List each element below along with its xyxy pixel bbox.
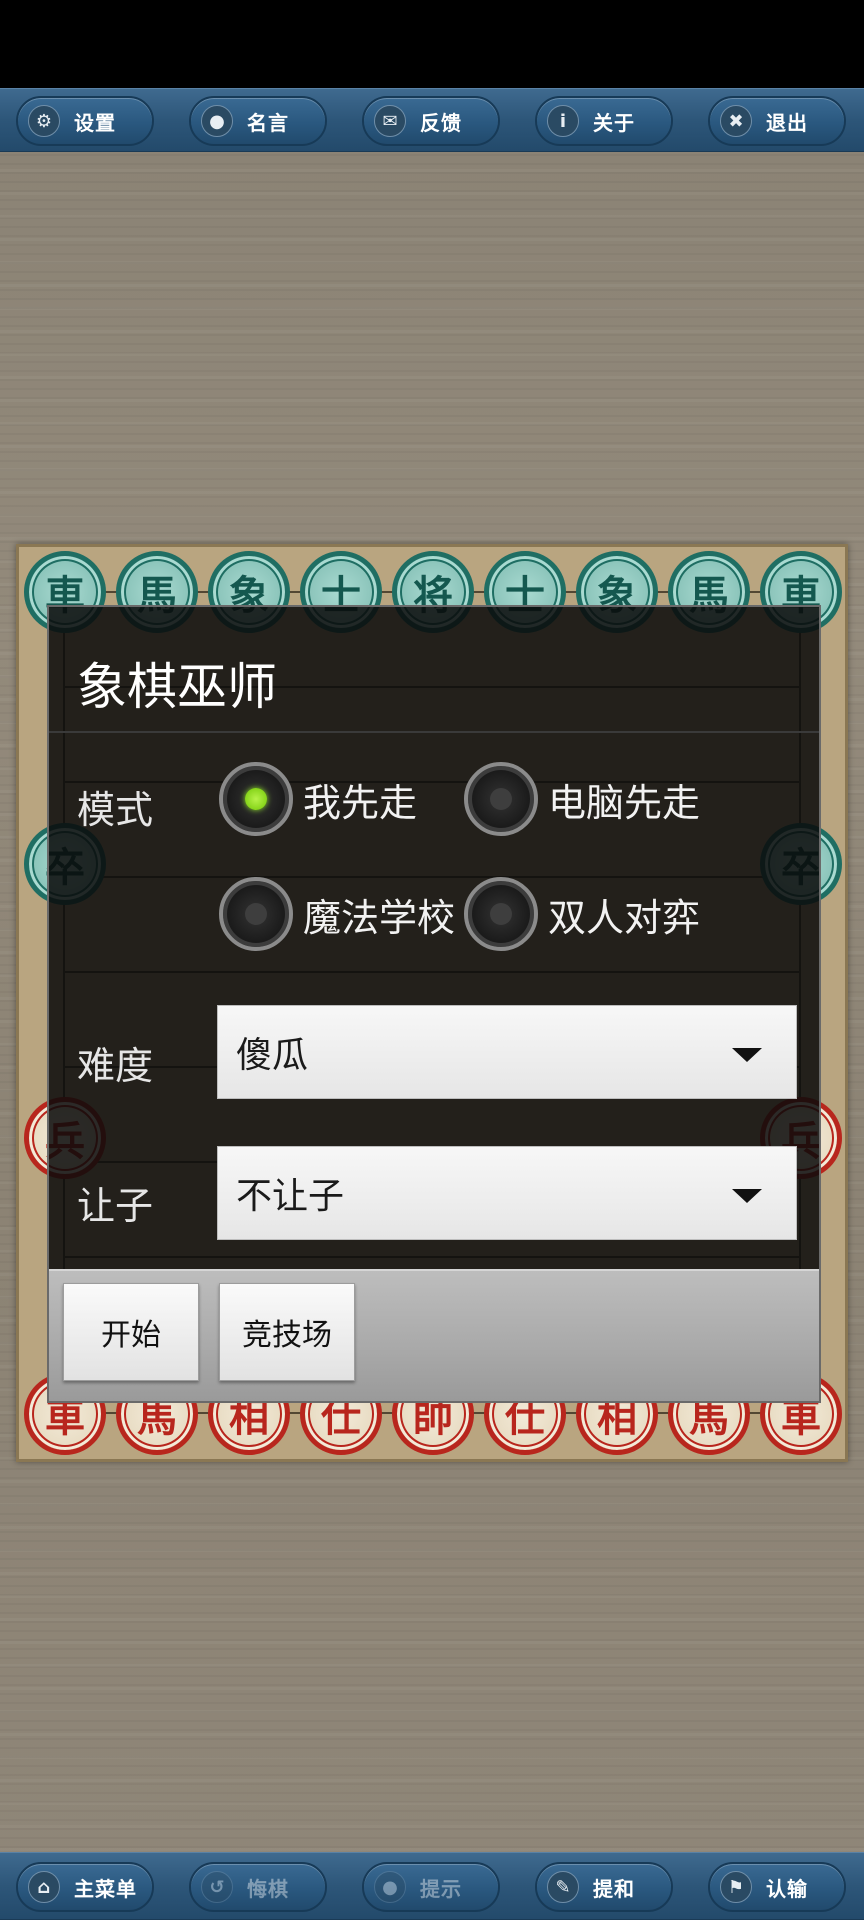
radio-player-first[interactable]: 我先走 <box>219 762 417 836</box>
radio-label: 电脑先走 <box>548 780 701 825</box>
radio-button[interactable] <box>464 877 538 951</box>
radio-dot <box>490 788 512 810</box>
about-button[interactable]: i 关于 <box>535 96 673 146</box>
hint-icon: ● <box>374 1871 406 1903</box>
hint-label: 提示 <box>420 1876 462 1901</box>
chevron-down-icon <box>732 1189 762 1203</box>
radio-magic-school[interactable]: 魔法学校 <box>219 877 455 951</box>
main-menu-button[interactable]: ⌂ 主菜单 <box>16 1862 154 1912</box>
handicap-select[interactable]: 不让子 <box>217 1146 797 1240</box>
resign-button[interactable]: ⚑ 认输 <box>708 1862 846 1912</box>
main-menu-label: 主菜单 <box>74 1876 137 1901</box>
dialog-divider <box>49 731 819 733</box>
close-icon: ✖ <box>720 105 752 137</box>
feedback-button[interactable]: ✉ 反馈 <box>362 96 500 146</box>
radio-computer-first[interactable]: 电脑先走 <box>464 762 700 836</box>
radio-button[interactable] <box>219 762 293 836</box>
pencil-icon: ✎ <box>547 1871 579 1903</box>
feedback-label: 反馈 <box>420 110 462 135</box>
home-icon: ⌂ <box>28 1871 60 1903</box>
gear-icon: ⚙ <box>28 105 60 137</box>
top-toolbar: ⚙ 设置 ● 名言 ✉ 反馈 i 关于 ✖ 退出 <box>0 88 864 152</box>
difficulty-select[interactable]: 傻瓜 <box>217 1005 797 1099</box>
quotes-label: 名言 <box>247 110 289 135</box>
offer-draw-button[interactable]: ✎ 提和 <box>535 1862 673 1912</box>
status-bar <box>0 0 864 88</box>
quotes-button[interactable]: ● 名言 <box>189 96 327 146</box>
radio-button[interactable] <box>464 762 538 836</box>
radio-label: 双人对弈 <box>548 895 701 940</box>
radio-dot <box>490 903 512 925</box>
radio-button[interactable] <box>219 877 293 951</box>
mode-label: 模式 <box>77 788 154 832</box>
handicap-label: 让子 <box>77 1184 154 1228</box>
dialog-button-bar: 开始 竞技场 <box>49 1269 819 1401</box>
settings-label: 设置 <box>74 110 116 135</box>
new-game-dialog: 象棋巫师 模式 我先走 电脑先走 魔法学校 双人对弈 难度 傻瓜 让子 不让子 … <box>47 605 821 1403</box>
radio-two-player[interactable]: 双人对弈 <box>464 877 700 951</box>
radio-dot <box>245 903 267 925</box>
radio-label: 魔法学校 <box>303 895 456 940</box>
hint-button[interactable]: ● 提示 <box>362 1862 500 1912</box>
handicap-value: 不让子 <box>236 1176 345 1217</box>
difficulty-value: 傻瓜 <box>236 1035 309 1076</box>
difficulty-label: 难度 <box>77 1044 154 1088</box>
info-icon: i <box>547 105 579 137</box>
about-label: 关于 <box>593 110 635 135</box>
flag-icon: ⚑ <box>720 1871 752 1903</box>
exit-label: 退出 <box>766 110 808 135</box>
undo-label: 悔棋 <box>247 1876 289 1901</box>
speech-bubble-icon: ● <box>201 105 233 137</box>
start-button[interactable]: 开始 <box>63 1283 199 1381</box>
exit-button[interactable]: ✖ 退出 <box>708 96 846 146</box>
arena-button[interactable]: 竞技场 <box>219 1283 355 1381</box>
resign-label: 认输 <box>766 1876 808 1901</box>
radio-label: 我先走 <box>303 780 418 825</box>
settings-button[interactable]: ⚙ 设置 <box>16 96 154 146</box>
radio-selected-dot <box>245 788 267 810</box>
dialog-title: 象棋巫师 <box>77 658 277 716</box>
undo-button[interactable]: ↺ 悔棋 <box>189 1862 327 1912</box>
offer-draw-label: 提和 <box>593 1876 635 1901</box>
chevron-down-icon <box>732 1048 762 1062</box>
undo-icon: ↺ <box>201 1871 233 1903</box>
mail-icon: ✉ <box>374 105 406 137</box>
bottom-toolbar: ⌂ 主菜单 ↺ 悔棋 ● 提示 ✎ 提和 ⚑ 认输 <box>0 1852 864 1920</box>
